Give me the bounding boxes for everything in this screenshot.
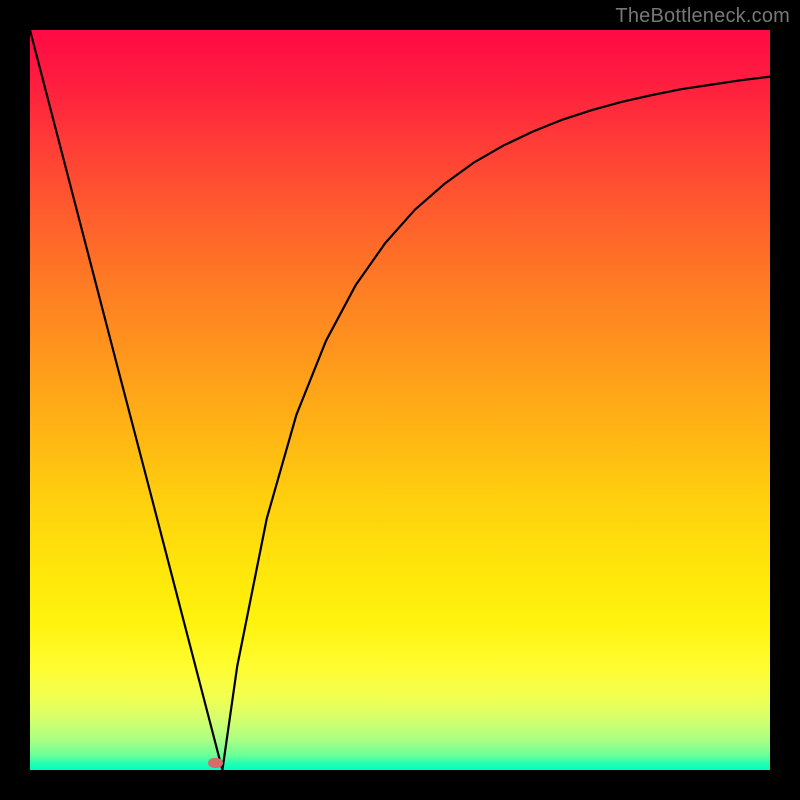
attribution-label: TheBottleneck.com	[615, 5, 790, 28]
background-gradient	[30, 30, 770, 770]
chart-frame: TheBottleneck.com	[0, 0, 800, 800]
plot-area	[30, 30, 770, 770]
